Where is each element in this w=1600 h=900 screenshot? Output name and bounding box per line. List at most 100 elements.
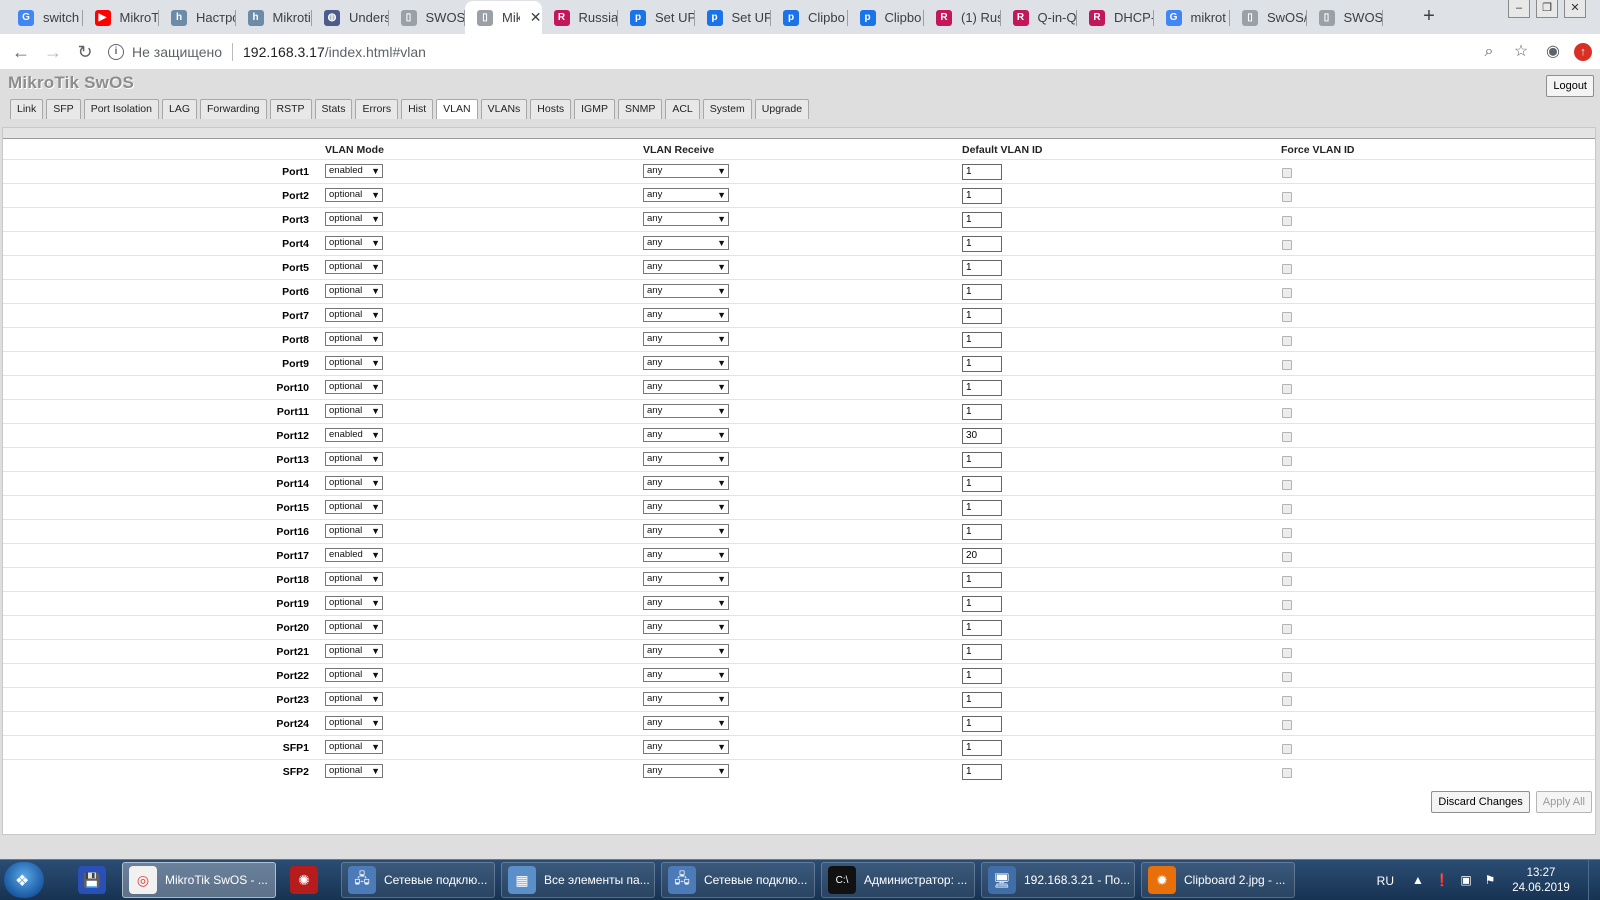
vlan-receive-select[interactable]: any ▼: [643, 644, 729, 658]
browser-tab[interactable]: p Set UP: [695, 1, 771, 34]
vlan-mode-select[interactable]: optional ▼: [325, 284, 383, 298]
forward-arrow-icon[interactable]: →: [41, 40, 65, 64]
taskbar-item[interactable]: ▦ Все элементы па...: [501, 862, 655, 898]
vlan-receive-select[interactable]: any ▼: [643, 212, 729, 226]
back-arrow-icon[interactable]: ←: [9, 40, 33, 64]
force-vlan-id-checkbox[interactable]: [1282, 768, 1292, 778]
zoom-icon[interactable]: ⌕: [1478, 40, 1500, 64]
force-vlan-id-checkbox[interactable]: [1282, 216, 1292, 226]
default-vlan-id-input[interactable]: 1: [962, 380, 1002, 396]
browser-tab[interactable]: ▯ Mik ✕: [465, 1, 542, 34]
default-vlan-id-input[interactable]: 1: [962, 524, 1002, 540]
vlan-mode-select[interactable]: enabled ▼: [325, 548, 383, 562]
vlan-mode-select[interactable]: optional ▼: [325, 572, 383, 586]
menu-tab-vlans[interactable]: VLANs: [480, 99, 528, 119]
menu-tab-snmp[interactable]: SNMP: [617, 99, 663, 119]
vlan-receive-select[interactable]: any ▼: [643, 380, 729, 394]
browser-tab[interactable]: R Russian: [542, 1, 618, 34]
browser-tab[interactable]: Gmikrot: [1154, 1, 1230, 34]
vlan-mode-select[interactable]: optional ▼: [325, 644, 383, 658]
taskbar-item[interactable]: ✺: [284, 862, 324, 898]
force-vlan-id-checkbox[interactable]: [1282, 696, 1292, 706]
vlan-mode-select[interactable]: optional ▼: [325, 620, 383, 634]
maximize-icon[interactable]: ❐: [1536, 0, 1558, 18]
force-vlan-id-checkbox[interactable]: [1282, 480, 1292, 490]
vlan-mode-select[interactable]: enabled ▼: [325, 428, 383, 442]
force-vlan-id-checkbox[interactable]: [1282, 264, 1292, 274]
force-vlan-id-checkbox[interactable]: [1282, 552, 1292, 562]
menu-tab-errors[interactable]: Errors: [355, 99, 399, 119]
default-vlan-id-input[interactable]: 1: [962, 764, 1002, 780]
vlan-receive-select[interactable]: any ▼: [643, 404, 729, 418]
profile-icon[interactable]: ◉: [1542, 40, 1564, 64]
vlan-receive-select[interactable]: any ▼: [643, 428, 729, 442]
vlan-receive-select[interactable]: any ▼: [643, 524, 729, 538]
default-vlan-id-input[interactable]: 1: [962, 188, 1002, 204]
clock[interactable]: 13:27 24.06.2019: [1506, 866, 1576, 896]
force-vlan-id-checkbox[interactable]: [1282, 672, 1292, 682]
default-vlan-id-input[interactable]: 1: [962, 692, 1002, 708]
default-vlan-id-input[interactable]: 1: [962, 644, 1002, 660]
menu-tab-rstp[interactable]: RSTP: [269, 99, 312, 119]
vlan-receive-select[interactable]: any ▼: [643, 500, 729, 514]
browser-tab[interactable]: ▯ SwOS/: [1230, 1, 1307, 34]
vlan-receive-select[interactable]: any ▼: [643, 668, 729, 682]
default-vlan-id-input[interactable]: 1: [962, 500, 1002, 516]
show-desktop-button[interactable]: [1588, 860, 1600, 900]
vlan-mode-select[interactable]: optional ▼: [325, 668, 383, 682]
bookmark-star-icon[interactable]: ☆: [1510, 40, 1532, 64]
force-vlan-id-checkbox[interactable]: [1282, 168, 1292, 178]
vlan-receive-select[interactable]: any ▼: [643, 332, 729, 346]
default-vlan-id-input[interactable]: 1: [962, 620, 1002, 636]
browser-tab[interactable]: p Set UP: [618, 1, 695, 34]
vlan-receive-select[interactable]: any ▼: [643, 236, 729, 250]
vlan-mode-select[interactable]: optional ▼: [325, 500, 383, 514]
new-tab-button[interactable]: +: [1417, 5, 1441, 29]
taskbar-item[interactable]: 🖧 Сетевые подклю...: [661, 862, 815, 898]
taskbar-item[interactable]: 🖧 Сетевые подклю...: [341, 862, 495, 898]
close-window-icon[interactable]: ✕: [1564, 0, 1586, 18]
default-vlan-id-input[interactable]: 1: [962, 740, 1002, 756]
browser-tab[interactable]: ▯ SWOS/: [1307, 1, 1383, 34]
force-vlan-id-checkbox[interactable]: [1282, 432, 1292, 442]
force-vlan-id-checkbox[interactable]: [1282, 504, 1292, 514]
default-vlan-id-input[interactable]: 1: [962, 452, 1002, 468]
vlan-mode-select[interactable]: optional ▼: [325, 212, 383, 226]
vlan-receive-select[interactable]: any ▼: [643, 572, 729, 586]
force-vlan-id-checkbox[interactable]: [1282, 240, 1292, 250]
vlan-mode-select[interactable]: optional ▼: [325, 596, 383, 610]
vlan-mode-select[interactable]: optional ▼: [325, 308, 383, 322]
vlan-mode-select[interactable]: optional ▼: [325, 260, 383, 274]
minimize-icon[interactable]: –: [1508, 0, 1530, 18]
vlan-receive-select[interactable]: any ▼: [643, 164, 729, 178]
default-vlan-id-input[interactable]: 1: [962, 596, 1002, 612]
warning-icon[interactable]: ❗: [1434, 873, 1450, 889]
menu-tab-port-isolation[interactable]: Port Isolation: [83, 99, 159, 119]
force-vlan-id-checkbox[interactable]: [1282, 648, 1292, 658]
vlan-receive-select[interactable]: any ▼: [643, 596, 729, 610]
vlan-mode-select[interactable]: optional ▼: [325, 356, 383, 370]
browser-tab[interactable]: ▶ MikroT: [83, 1, 159, 34]
menu-tab-system[interactable]: System: [702, 99, 752, 119]
force-vlan-id-checkbox[interactable]: [1282, 720, 1292, 730]
force-vlan-id-checkbox[interactable]: [1282, 456, 1292, 466]
browser-tab[interactable]: Gswitch: [6, 1, 83, 34]
vlan-receive-select[interactable]: any ▼: [643, 188, 729, 202]
force-vlan-id-checkbox[interactable]: [1282, 312, 1292, 322]
vlan-receive-select[interactable]: any ▼: [643, 308, 729, 322]
default-vlan-id-input[interactable]: 1: [962, 668, 1002, 684]
browser-tab[interactable]: ◍ Unders: [312, 1, 389, 34]
browser-tab[interactable]: R Q-in-Q: [1001, 1, 1077, 34]
default-vlan-id-input[interactable]: 1: [962, 332, 1002, 348]
vlan-receive-select[interactable]: any ▼: [643, 260, 729, 274]
default-vlan-id-input[interactable]: 1: [962, 308, 1002, 324]
vlan-mode-select[interactable]: enabled ▼: [325, 164, 383, 178]
menu-tab-vlan[interactable]: VLAN: [436, 99, 478, 119]
vlan-mode-select[interactable]: optional ▼: [325, 692, 383, 706]
taskbar-item[interactable]: C:\ Администратор: ...: [821, 862, 975, 898]
vlan-receive-select[interactable]: any ▼: [643, 764, 729, 778]
vlan-mode-select[interactable]: optional ▼: [325, 332, 383, 346]
menu-tab-stats[interactable]: Stats: [314, 99, 353, 119]
browser-tab[interactable]: R (1) Rus: [924, 1, 1001, 34]
vlan-receive-select[interactable]: any ▼: [643, 452, 729, 466]
